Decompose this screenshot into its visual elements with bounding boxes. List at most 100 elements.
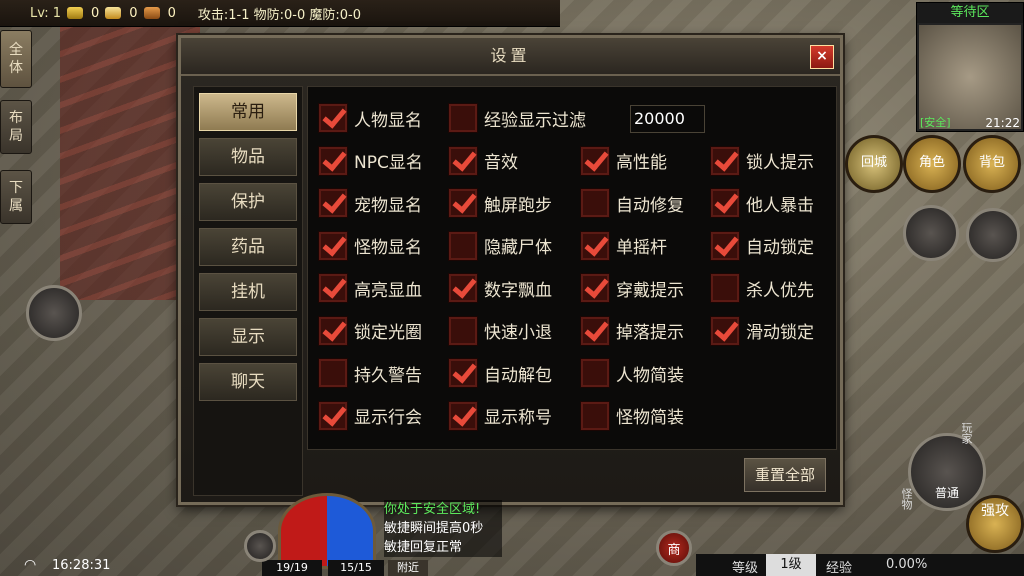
option-label: 显示行会: [354, 408, 422, 428]
checkbox-checked-icon[interactable]: [318, 315, 348, 346]
side-tab-subordinates[interactable]: 下属: [0, 170, 32, 224]
status-bar: Lv: 1 0 0 0 攻击:1-1 物防:0-0 魔防:0-0: [0, 0, 560, 27]
power-attack-label: 强攻: [981, 503, 1009, 519]
checkbox-unchecked-icon[interactable]: [318, 358, 348, 388]
menu-item[interactable]: 挂机: [199, 273, 297, 311]
option-toggle[interactable]: 锁人提示: [710, 145, 814, 176]
checkbox-checked-icon[interactable]: [318, 230, 348, 261]
nearby-tab[interactable]: 附近: [388, 560, 428, 576]
option-toggle[interactable]: 隐藏尸体: [448, 230, 552, 261]
grid-menu-icon[interactable]: [966, 208, 1020, 262]
menu-item[interactable]: 保护: [199, 183, 297, 221]
checkbox-checked-icon[interactable]: [580, 230, 610, 261]
checkbox-checked-icon[interactable]: [448, 358, 478, 388]
return-city-button[interactable]: 回城: [845, 135, 903, 193]
bag-label: 背包: [978, 155, 1005, 170]
checkbox-checked-icon[interactable]: [580, 273, 610, 303]
option-toggle[interactable]: 怪物简装: [580, 400, 684, 431]
option-label: 隐藏尸体: [484, 238, 552, 258]
close-button[interactable]: ×: [810, 45, 834, 69]
option-toggle[interactable]: NPC显名: [318, 145, 423, 176]
option-toggle[interactable]: 音效: [448, 145, 518, 176]
option-toggle[interactable]: 宠物显名: [318, 188, 422, 218]
option-toggle[interactable]: 自动解包: [448, 358, 552, 388]
option-toggle[interactable]: 他人暴击: [710, 188, 814, 218]
menu-item[interactable]: 物品: [199, 138, 297, 176]
checkbox-checked-icon[interactable]: [318, 273, 348, 303]
checkbox-checked-icon[interactable]: [580, 145, 610, 176]
power-attack-button[interactable]: 强攻: [966, 495, 1024, 553]
exp-value: 0.00%: [886, 557, 928, 572]
checkbox-checked-icon[interactable]: [710, 230, 740, 261]
skill-wheel-icon[interactable]: [26, 285, 82, 341]
side-tab-layout[interactable]: 布局: [0, 100, 32, 154]
option-toggle[interactable]: 滑动锁定: [710, 315, 814, 346]
side-tab-all[interactable]: 全体: [0, 30, 32, 88]
option-toggle[interactable]: 锁定光圈: [318, 315, 422, 346]
option-toggle[interactable]: 显示行会: [318, 400, 422, 431]
menu-item[interactable]: 显示: [199, 318, 297, 356]
option-toggle[interactable]: 显示称号: [448, 400, 552, 431]
option-label: 显示称号: [484, 408, 552, 428]
menu-item[interactable]: 聊天: [199, 363, 297, 401]
option-toggle[interactable]: 高性能: [580, 145, 667, 176]
checkbox-checked-icon[interactable]: [318, 145, 348, 176]
ticket-icon: [143, 7, 160, 19]
bag-button[interactable]: 背包: [963, 135, 1021, 193]
checkbox-checked-icon[interactable]: [710, 145, 740, 176]
checkbox-checked-icon[interactable]: [318, 188, 348, 218]
shop-button[interactable]: 商: [656, 530, 692, 566]
crossed-swords-icon[interactable]: [903, 205, 959, 261]
option-toggle[interactable]: 经验显示过滤: [448, 103, 586, 133]
checkbox-checked-icon[interactable]: [448, 145, 478, 176]
chat-line: 敏捷瞬间提高0秒: [384, 521, 484, 536]
zone-name: 等待区: [917, 3, 1023, 23]
option-toggle[interactable]: 怪物显名: [318, 230, 422, 261]
checkbox-checked-icon[interactable]: [448, 273, 478, 303]
option-toggle[interactable]: 人物显名: [318, 103, 422, 133]
settings-menu: 常用物品保护药品挂机显示聊天: [193, 86, 303, 496]
option-toggle[interactable]: 自动锁定: [710, 230, 814, 261]
option-toggle[interactable]: 杀人优先: [710, 273, 814, 303]
option-label: 触屏跑步: [484, 195, 552, 216]
option-toggle[interactable]: 掉落提示: [580, 315, 684, 346]
checkbox-unchecked-icon[interactable]: [448, 230, 478, 261]
option-label: 高亮显血: [354, 280, 422, 301]
checkbox-unchecked-icon[interactable]: [448, 103, 478, 133]
option-toggle[interactable]: 单摇杆: [580, 230, 667, 261]
settings-panel: 20000 人物显名 经验显示过滤 NPC显名 音效 高性能 锁人提示 宠物显名 触屏跑步 自动…: [307, 86, 837, 450]
reset-all-button[interactable]: 重置全部: [744, 458, 826, 492]
checkbox-unchecked-icon[interactable]: [448, 315, 478, 346]
exp-filter-input[interactable]: 20000: [630, 105, 705, 133]
menu-item[interactable]: 药品: [199, 228, 297, 266]
option-toggle[interactable]: 人物简装: [580, 358, 684, 388]
checkbox-checked-icon[interactable]: [318, 400, 348, 431]
option-label: 人物简装: [616, 365, 684, 386]
option-toggle[interactable]: 持久警告: [318, 358, 422, 388]
checkbox-checked-icon[interactable]: [710, 315, 740, 346]
checkbox-checked-icon[interactable]: [580, 315, 610, 346]
option-toggle[interactable]: 快速小退: [448, 315, 552, 346]
checkbox-checked-icon[interactable]: [448, 400, 478, 431]
checkbox-unchecked-icon[interactable]: [580, 188, 610, 218]
character-button[interactable]: 角色: [903, 135, 961, 193]
option-label: 宠物显名: [354, 195, 422, 216]
option-label: NPC显名: [354, 153, 423, 173]
checkbox-checked-icon[interactable]: [448, 188, 478, 218]
checkbox-checked-icon[interactable]: [318, 103, 348, 133]
option-toggle[interactable]: 数字飘血: [448, 273, 552, 303]
checkbox-unchecked-icon[interactable]: [580, 400, 610, 431]
checkbox-unchecked-icon[interactable]: [580, 358, 610, 388]
option-toggle[interactable]: 高亮显血: [318, 273, 422, 303]
checkbox-checked-icon[interactable]: [710, 188, 740, 218]
minimap[interactable]: 等待区 [安全] 21:22: [916, 2, 1024, 132]
option-label: 锁人提示: [746, 153, 814, 173]
settings-gear-icon[interactable]: [244, 530, 276, 562]
option-toggle[interactable]: 触屏跑步: [448, 188, 552, 218]
menu-item[interactable]: 常用: [199, 93, 297, 131]
option-toggle[interactable]: 自动修复: [580, 188, 684, 218]
checkbox-unchecked-icon[interactable]: [710, 273, 740, 303]
option-toggle[interactable]: 穿戴提示: [580, 273, 684, 303]
option-label: 自动修复: [616, 195, 684, 216]
mp-value: 15/15: [328, 560, 384, 576]
